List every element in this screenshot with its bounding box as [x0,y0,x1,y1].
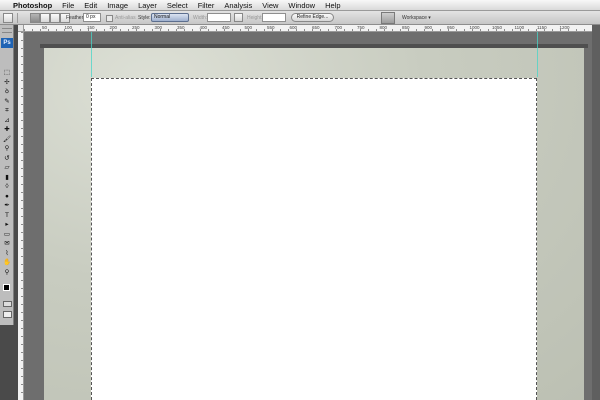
options-separator [17,13,18,23]
ruler-tick-label: 400 [199,25,208,30]
pen-tool-icon[interactable]: ✒ [2,202,12,209]
type-tool-icon[interactable]: T [2,212,12,219]
ruler-tick-label: 600 [289,25,298,30]
toolbar-grip-icon[interactable] [2,28,12,33]
slice-tool-icon[interactable]: ⊿ [2,117,12,124]
menu-analysis[interactable]: Analysis [224,0,252,11]
menu-window[interactable]: Window [288,0,315,11]
ruler-tick-label: 150 [87,25,95,30]
eyedropper-tool-icon[interactable]: ⌇ [2,250,12,257]
tool-preset-picker[interactable] [3,13,13,23]
quick-selection-tool-icon[interactable]: ✎ [2,98,12,105]
gradient-tool-icon[interactable]: ▮ [2,174,12,181]
foreground-color-swatch[interactable] [3,284,10,291]
menu-edit[interactable]: Edit [84,0,97,11]
swap-width-height-icon[interactable] [234,13,243,22]
menu-image[interactable]: Image [107,0,128,11]
notes-tool-icon[interactable]: ✉ [2,240,12,247]
ruler-tick-label: 450 [222,25,230,30]
ruler-tick-label: 850 [402,25,410,30]
style-select[interactable]: Normal [151,13,189,22]
hand-tool-icon[interactable]: ✋ [2,259,12,266]
crop-tool-icon[interactable]: ⌗ [2,107,12,114]
ruler-tick-label: 500 [244,25,253,30]
ruler-tick-label: 1100 [514,25,525,30]
vertical-ruler[interactable] [18,32,24,400]
history-brush-icon[interactable]: ↺ [2,155,12,162]
shape-tool-icon[interactable]: ▭ [2,231,12,238]
tools-panel: Ps ⬚ ✢ ꝺ ✎ ⌗ ⊿ ✚ 🖌 ⚲ ↺ ▱ ▮ ◊ ● ✒ T ▸ ▭ ✉ ⌇ ✋ ⚲ [0,25,14,325]
ruler-tick-label: 1200 [559,25,570,30]
menu-filter[interactable]: Filter [198,0,215,11]
feather-label: Feather: [66,15,85,21]
ruler-tick-label: 250 [132,25,140,30]
menu-bar: Photoshop File Edit Image Layer Select F… [0,0,600,11]
options-bar: Feather: 0 px Anti-alias Style: Normal W… [0,11,600,25]
ruler-tick-label: 100 [64,25,73,30]
workspace-switcher-icon[interactable] [381,12,395,24]
menu-select[interactable]: Select [167,0,188,11]
healing-brush-icon[interactable]: ✚ [2,126,12,133]
ruler-tick-label: 1050 [492,25,503,30]
guide-line-right[interactable] [537,32,538,77]
menu-help[interactable]: Help [325,0,340,11]
style-label: Style: [138,15,151,21]
path-selection-icon[interactable]: ▸ [2,221,12,228]
photoshop-logo[interactable]: Ps [1,38,13,48]
width-label: Width: [193,15,208,21]
blur-tool-icon[interactable]: ◊ [2,183,12,190]
ruler-tick-label: 800 [379,25,388,30]
menu-photoshop[interactable]: Photoshop [13,0,52,11]
ruler-tick-label: 50 [42,25,48,30]
menu-file[interactable]: File [62,0,74,11]
ruler-tick-label: 950 [447,25,455,30]
zoom-tool-icon[interactable]: ⚲ [2,269,12,276]
add-to-selection-button[interactable] [40,13,50,23]
menu-layer[interactable]: Layer [138,0,157,11]
ruler-tick-label: 1150 [537,25,547,30]
ruler-tick-label: 900 [424,25,433,30]
ruler-tick-label: 1000 [469,25,480,30]
workspace-menu[interactable]: Workspace ▾ [402,13,431,23]
width-input[interactable] [207,13,231,22]
guide-line-left[interactable] [91,32,92,77]
move-tool-icon[interactable]: ✢ [2,79,12,86]
ruler-tick-label: 750 [357,25,365,30]
dodge-tool-icon[interactable]: ● [2,193,12,200]
antialias-label: Anti-alias [115,15,136,21]
feather-input[interactable]: 0 px [83,13,101,22]
ruler-tick-label: 300 [154,25,163,30]
antialias-checkbox[interactable] [106,15,113,22]
quick-mask-icon[interactable] [3,301,12,307]
ruler-tick-label: 650 [312,25,320,30]
new-selection-button[interactable] [30,13,40,23]
subtract-from-selection-button[interactable] [50,13,60,23]
ruler-tick-label: 350 [177,25,185,30]
height-input[interactable] [262,13,286,22]
brush-tool-icon[interactable]: 🖌 [2,136,12,143]
marquee-selection[interactable] [91,78,537,400]
ruler-tick-label: 200 [109,25,118,30]
right-panel-edge [592,25,600,400]
refine-edge-button[interactable]: Refine Edge... [291,13,334,22]
menu-view[interactable]: View [262,0,278,11]
screen-mode-icon[interactable] [3,311,12,318]
eraser-tool-icon[interactable]: ▱ [2,164,12,171]
ruler-tick-label: 700 [334,25,343,30]
marquee-tool-icon[interactable]: ⬚ [2,69,12,76]
lasso-tool-icon[interactable]: ꝺ [2,88,12,95]
clone-stamp-icon[interactable]: ⚲ [2,145,12,152]
height-label: Height: [247,15,263,21]
ruler-tick-label: 550 [267,25,275,30]
